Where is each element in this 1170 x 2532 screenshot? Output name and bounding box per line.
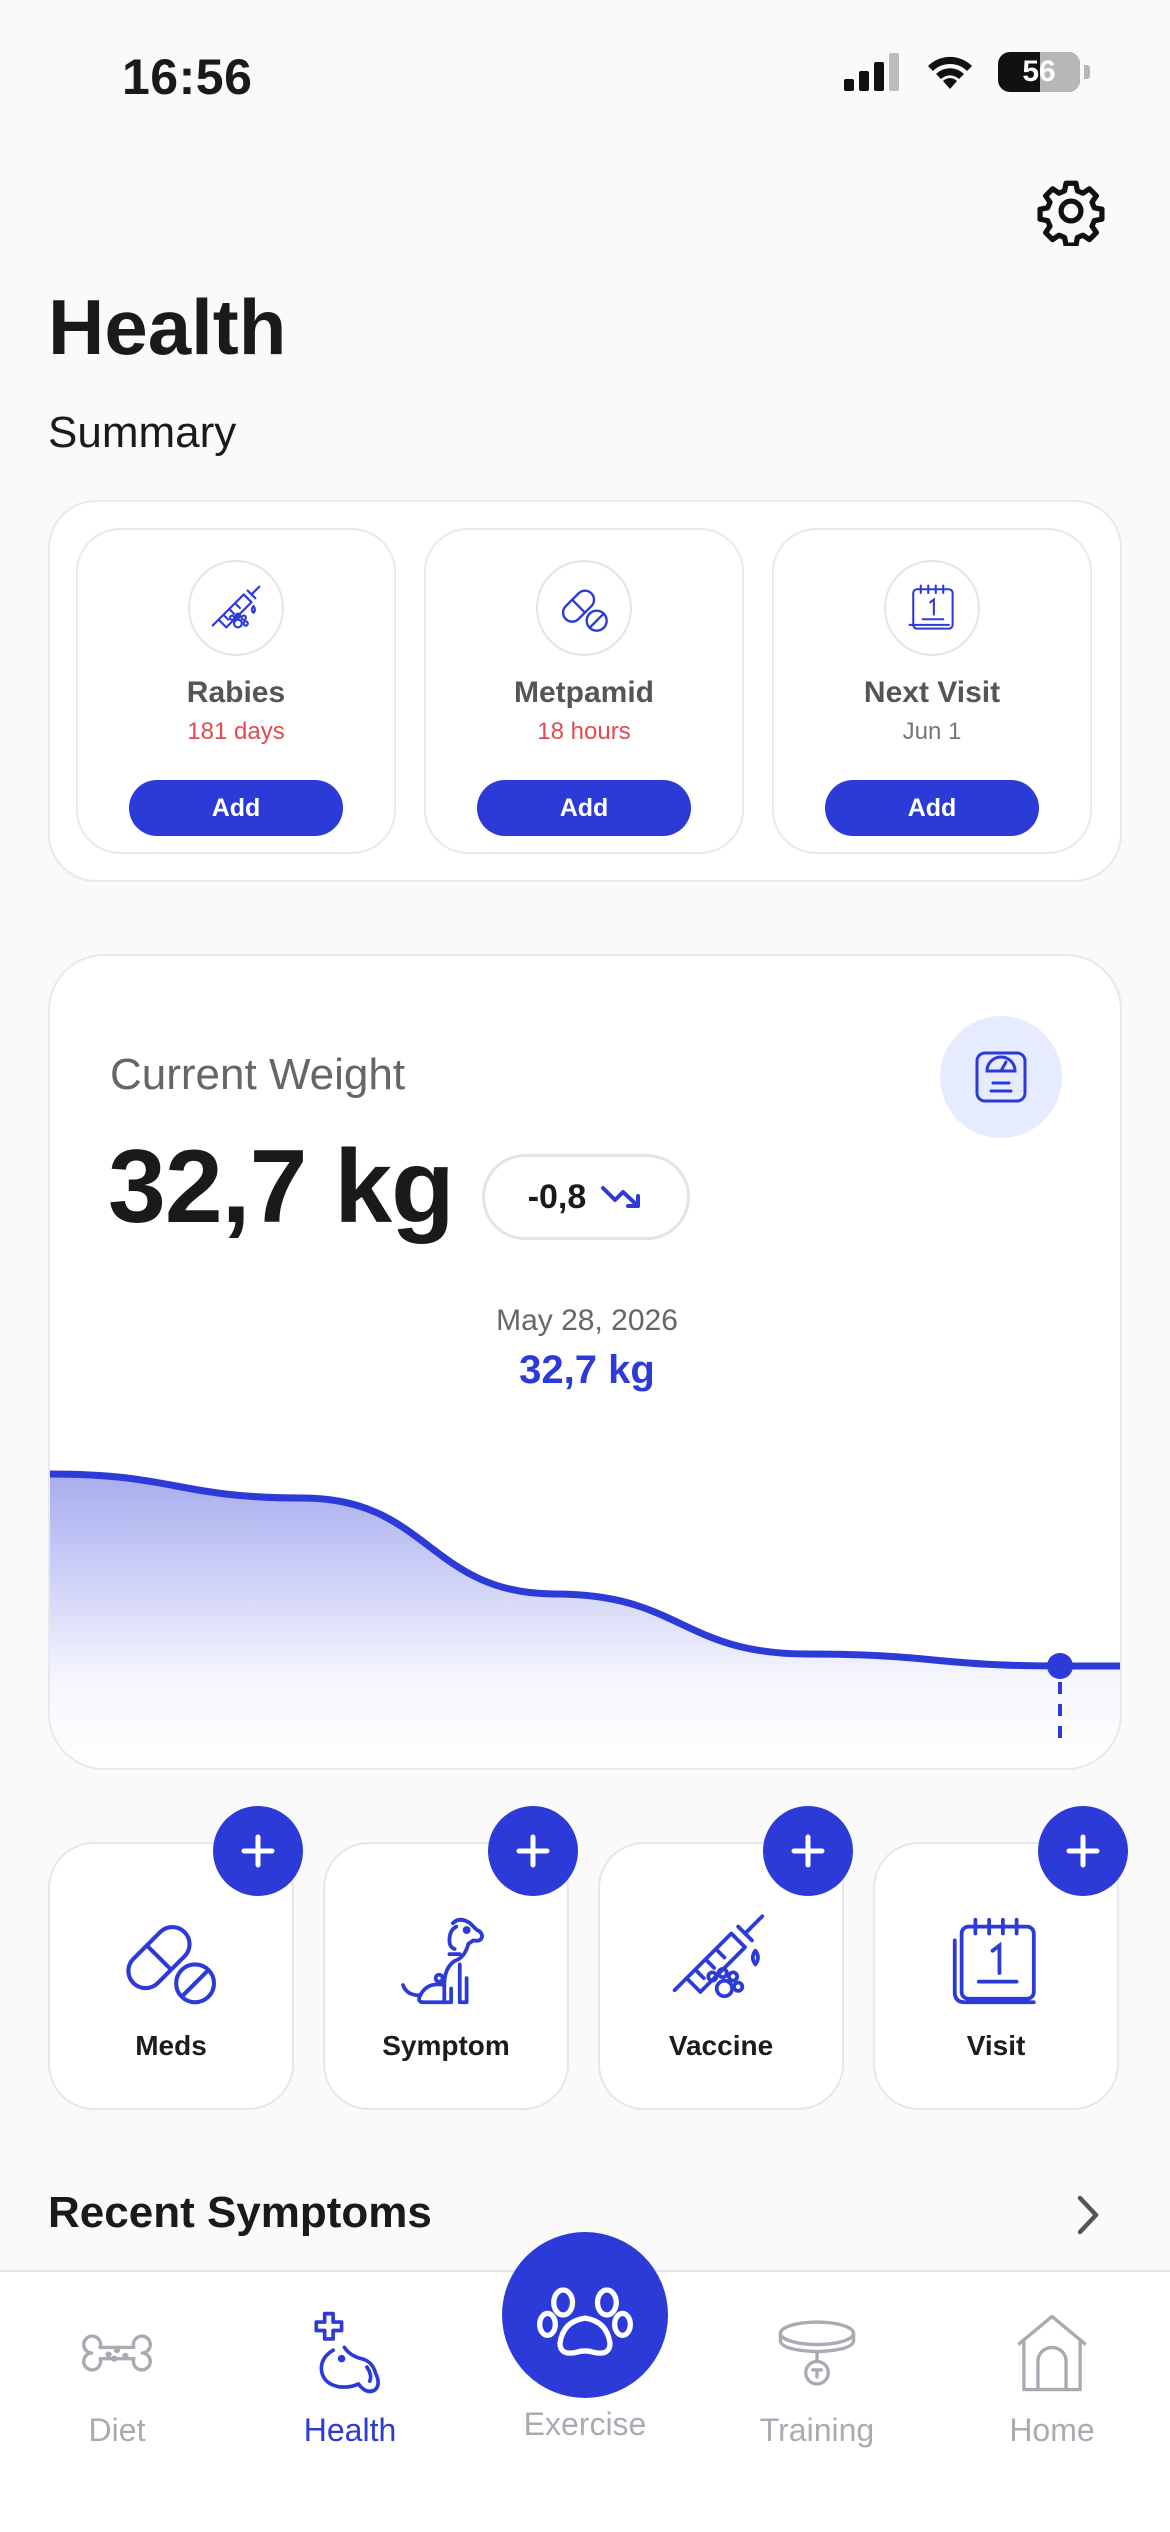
summary-label: Next Visit: [863, 676, 1001, 709]
current-weight-value: 32,7 kg: [108, 1129, 455, 1245]
page-title: Health: [48, 283, 287, 371]
trend-down-icon: [601, 1186, 641, 1208]
weight-label: Current Weight: [110, 1050, 406, 1099]
paw-icon: [537, 2287, 633, 2356]
tab-training[interactable]: Training: [717, 2308, 917, 2449]
tile-label: Symptom: [382, 2030, 510, 2061]
chevron-right-icon[interactable]: [1068, 2190, 1108, 2240]
summary-panel: Rabies 181 days Add Metpamid 18 hours Ad…: [48, 500, 1122, 882]
tab-label: Health: [303, 2412, 397, 2448]
summary-card-next-visit[interactable]: Next Visit Jun 1 Add: [772, 528, 1092, 854]
bone-icon: [82, 2334, 152, 2372]
tab-diet[interactable]: Diet: [17, 2308, 217, 2449]
status-icons: 56: [844, 52, 1090, 92]
house-icon: [1017, 2314, 1087, 2392]
weight-card[interactable]: Current Weight 32,7 kg -0,8 May 28, 2026…: [48, 954, 1122, 1770]
wifi-icon: [928, 56, 972, 89]
selected-point-marker[interactable]: [1047, 1653, 1073, 1679]
tile-label: Visit: [966, 2030, 1026, 2061]
add-vaccine-button[interactable]: [763, 1806, 853, 1896]
summary-card-rabies[interactable]: Rabies 181 days Add: [76, 528, 396, 854]
recent-symptoms-heading[interactable]: Recent Symptoms: [48, 2188, 432, 2238]
plus-icon: [1066, 1834, 1100, 1868]
summary-due: 18 hours: [537, 718, 631, 745]
vaccine-icon: [188, 560, 284, 656]
plus-icon: [516, 1834, 550, 1868]
summary-label: Metpamid: [513, 676, 654, 709]
pill-icon: [536, 560, 632, 656]
status-time: 16:56: [122, 49, 253, 105]
add-metpamid-button[interactable]: Add: [477, 780, 691, 836]
add-meds-button[interactable]: [213, 1806, 303, 1896]
calendar-icon: [884, 560, 980, 656]
dog-icon: [401, 1917, 484, 2005]
weight-chart[interactable]: [50, 1386, 1122, 1770]
add-rabies-button[interactable]: Add: [129, 780, 343, 836]
add-symptom-button[interactable]: [488, 1806, 578, 1896]
summary-due: 181 days: [187, 718, 285, 745]
weight-area: [50, 1474, 1120, 1768]
weight-delta-badge: -0,8: [482, 1154, 690, 1240]
collar-icon: [778, 2320, 856, 2386]
tab-label: Diet: [88, 2412, 146, 2448]
summary-card-metpamid[interactable]: Metpamid 18 hours Add: [424, 528, 744, 854]
gear-icon[interactable]: [1036, 176, 1106, 246]
tab-exercise-label[interactable]: Exercise: [485, 2406, 685, 2443]
pill-icon: [126, 1924, 217, 2005]
plus-icon: [791, 1834, 825, 1868]
summary-date: Jun 1: [902, 718, 962, 745]
tab-label: Home: [1009, 2412, 1095, 2448]
add-visit-button[interactable]: Add: [825, 780, 1039, 836]
vaccine-icon: [672, 1914, 765, 1999]
tile-label: Meds: [135, 2030, 207, 2061]
summary-heading: Summary: [48, 408, 237, 457]
tab-home[interactable]: Home: [952, 2308, 1152, 2449]
tab-label: Training: [759, 2412, 875, 2448]
exercise-button[interactable]: [502, 2232, 668, 2398]
battery-icon: 56: [998, 52, 1080, 92]
summary-label: Rabies: [186, 676, 286, 709]
tile-label: Vaccine: [668, 2030, 774, 2061]
scale-button[interactable]: [940, 1016, 1062, 1138]
dog-health-icon: [314, 2311, 380, 2394]
tab-health[interactable]: Health: [250, 2308, 450, 2449]
calendar-icon: [952, 1917, 1036, 2005]
selected-point-date: May 28, 2026: [496, 1304, 678, 1337]
cellular-signal-icon: [844, 53, 899, 91]
plus-icon: [241, 1834, 275, 1868]
weight-delta-value: -0,8: [527, 1177, 587, 1216]
battery-level: 56: [1022, 55, 1056, 88]
add-visit-tile-button[interactable]: [1038, 1806, 1128, 1896]
scale-icon: [975, 1051, 1027, 1103]
